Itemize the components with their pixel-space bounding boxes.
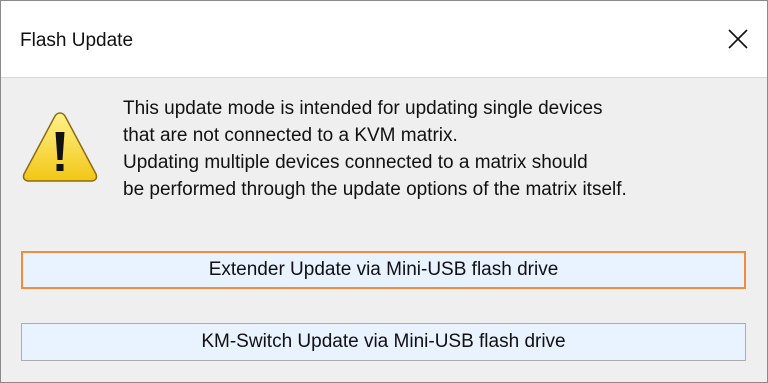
title-bar: Flash Update	[1, 1, 767, 78]
warning-icon	[22, 112, 98, 182]
message-line: that are not connected to a KVM matrix.	[123, 125, 458, 146]
extender-update-button[interactable]: Extender Update via Mini-USB flash drive	[21, 251, 746, 289]
message-line: be performed through the update options …	[123, 179, 627, 200]
message-line: Updating multiple devices connected to a…	[123, 152, 588, 173]
km-switch-update-button[interactable]: KM-Switch Update via Mini-USB flash driv…	[21, 323, 746, 361]
close-icon	[728, 29, 748, 49]
message-line: This update mode is intended for updatin…	[123, 98, 603, 119]
window-title: Flash Update	[20, 30, 134, 51]
warning-message: This update mode is intended for updatin…	[123, 95, 763, 203]
flash-update-dialog: Flash Update This update mode is intende…	[0, 0, 768, 383]
close-button[interactable]	[709, 1, 767, 77]
